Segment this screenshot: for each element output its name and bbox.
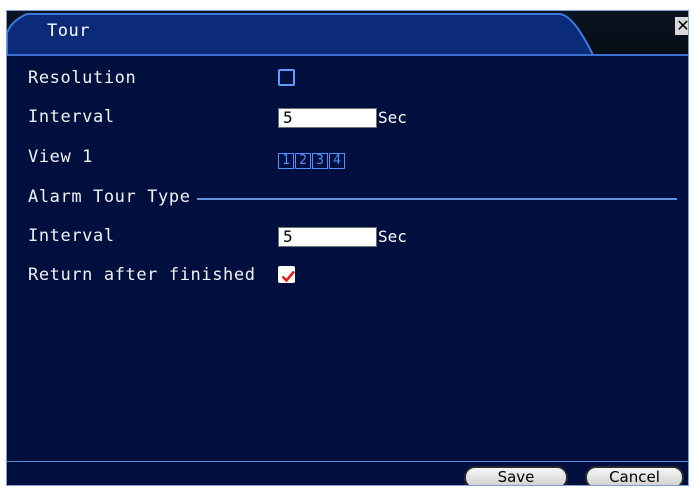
close-icon[interactable]: ✕ xyxy=(675,17,688,35)
save-button[interactable]: Save xyxy=(464,466,568,485)
tour-dialog: Tour ✕ Resolution Interval 5 Sec View 1 … xyxy=(6,10,689,486)
alarm-section-title: Alarm Tour Type xyxy=(28,187,191,207)
interval-input[interactable]: 5 xyxy=(278,108,377,128)
alarm-interval-input[interactable]: 5 xyxy=(278,227,377,247)
check-icon xyxy=(281,270,295,283)
interval-label: Interval xyxy=(28,107,115,127)
title-underline xyxy=(7,54,688,56)
resolution-label: Resolution xyxy=(28,68,137,88)
interval-unit: Sec xyxy=(378,108,407,127)
alarm-interval-unit: Sec xyxy=(378,227,407,246)
view-option-2[interactable]: 2 xyxy=(295,153,311,169)
cancel-button[interactable]: Cancel xyxy=(585,466,684,485)
view-option-3[interactable]: 3 xyxy=(312,153,328,169)
window-title: Tour xyxy=(47,21,90,41)
title-bar: Tour ✕ xyxy=(7,11,688,55)
view-option-1[interactable]: 1 xyxy=(278,153,294,169)
view-option-4[interactable]: 4 xyxy=(329,153,345,169)
resolution-checkbox[interactable] xyxy=(278,69,295,86)
return-after-finished-checkbox[interactable] xyxy=(278,266,295,283)
footer-divider xyxy=(7,461,688,462)
title-tab-shape xyxy=(7,13,595,55)
view-label: View 1 xyxy=(28,147,94,167)
alarm-interval-label: Interval xyxy=(28,226,115,246)
return-after-finished-label: Return after finished xyxy=(28,265,256,285)
section-divider xyxy=(197,198,677,200)
